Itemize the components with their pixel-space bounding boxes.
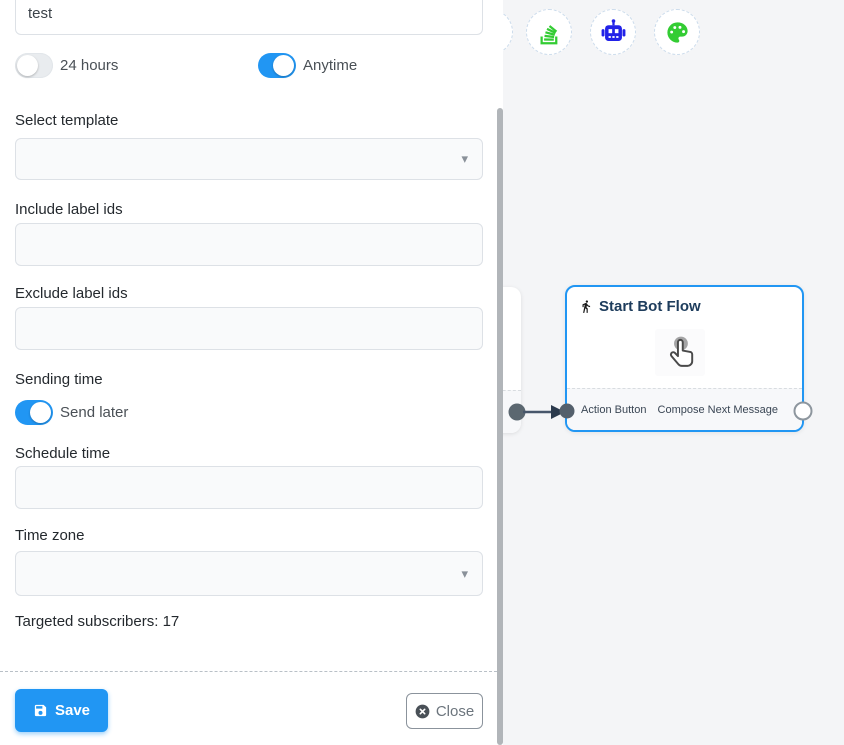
node-title: Start Bot Flow xyxy=(599,298,701,315)
save-button-label: Save xyxy=(55,702,90,719)
toolbar-button-stack[interactable] xyxy=(526,9,572,55)
toggle-24-hours-label: 24 hours xyxy=(60,53,118,78)
campaign-name-input[interactable] xyxy=(15,0,483,35)
toolbar-circle-partial[interactable] xyxy=(503,9,513,55)
palette-icon xyxy=(664,19,691,46)
toggle-knob xyxy=(30,402,51,423)
time-zone-select[interactable]: ▾ xyxy=(15,551,483,596)
chevron-down-icon: ▾ xyxy=(461,566,468,582)
compose-next-message-port-label[interactable]: Compose Next Message xyxy=(658,404,778,416)
sending-time-label: Sending time xyxy=(15,371,103,388)
upstream-node-footer xyxy=(503,390,521,433)
time-zone-label: Time zone xyxy=(15,527,84,544)
toggle-knob xyxy=(273,55,294,76)
toggle-24-hours[interactable] xyxy=(15,53,53,78)
template-select[interactable]: ▾ xyxy=(15,138,483,180)
include-label-ids-input[interactable] xyxy=(15,223,483,266)
close-button[interactable]: Close xyxy=(406,693,483,729)
toggle-knob xyxy=(17,55,38,76)
chevron-down-icon: ▾ xyxy=(461,151,468,167)
targeted-subscribers-text: Targeted subscribers: 17 xyxy=(15,613,179,630)
toolbar-button-bot[interactable] xyxy=(590,9,636,55)
exclude-label-ids-label: Exclude label ids xyxy=(15,285,128,302)
exclude-label-ids-input[interactable] xyxy=(15,307,483,350)
node-header: Start Bot Flow xyxy=(579,298,701,315)
schedule-time-label: Schedule time xyxy=(15,445,110,462)
campaign-settings-panel: 24 hours Anytime Select template ▾ Inclu… xyxy=(0,0,497,745)
stack-icon xyxy=(536,19,563,46)
close-button-label: Close xyxy=(436,703,474,720)
include-label-ids-label: Include label ids xyxy=(15,201,123,218)
node-footer: Action Button Compose Next Message xyxy=(567,388,802,430)
save-button[interactable]: Save xyxy=(15,689,108,732)
toolbar-button-theme[interactable] xyxy=(654,9,700,55)
footer-divider xyxy=(0,671,497,672)
toggle-send-later[interactable] xyxy=(15,400,53,425)
upstream-node-partial[interactable] xyxy=(503,287,521,433)
toggle-send-later-label: Send later xyxy=(60,400,128,425)
toggle-anytime-label: Anytime xyxy=(303,53,357,78)
schedule-time-input[interactable] xyxy=(15,466,483,509)
hand-cursor-icon xyxy=(661,331,703,382)
close-circle-icon xyxy=(415,704,430,719)
save-floppy-icon xyxy=(33,703,48,718)
flow-canvas[interactable]: Start Bot Flow Action Button Compose Nex… xyxy=(503,0,844,745)
toggle-anytime[interactable] xyxy=(258,53,296,78)
action-button-port-label[interactable]: Action Button xyxy=(581,404,646,416)
select-template-label: Select template xyxy=(15,112,118,129)
robot-icon xyxy=(600,19,627,46)
walking-person-icon xyxy=(579,299,593,314)
